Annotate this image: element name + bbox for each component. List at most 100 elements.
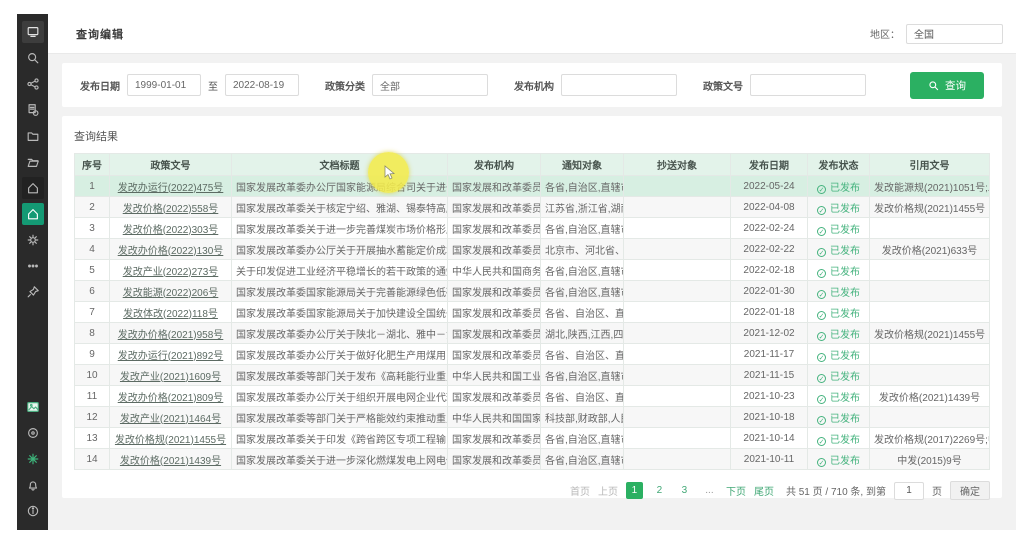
table-row[interactable]: 6发改能源(2022)206号国家发展改革委国家能源局关于完善能源绿色低碳转型体…	[75, 281, 990, 302]
policy-number-link[interactable]: 发改办价格(2022)130号	[118, 246, 224, 257]
policy-number-link[interactable]: 发改办运行(2021)892号	[118, 351, 224, 362]
agency-input[interactable]	[561, 74, 677, 96]
table-row[interactable]: 7发改体改(2022)118号国家发展改革委国家能源局关于加快建设全国统一电力市…	[75, 302, 990, 323]
sidebar-item-doc-search[interactable]	[22, 99, 44, 121]
cell-no: 14	[75, 449, 110, 470]
cell-date: 2022-02-24	[731, 218, 808, 239]
column-header: 通知对象	[541, 154, 624, 176]
cell-cite: 发改价格规(2017)2269号;中发	[870, 428, 990, 449]
sidebar-item-home-active[interactable]	[22, 203, 44, 225]
sidebar-item-share-nodes[interactable]	[22, 73, 44, 95]
sidebar-item-target[interactable]	[22, 422, 44, 444]
status-badge: ✓已发布	[808, 218, 870, 239]
sidebar-item-folder-open[interactable]	[22, 151, 44, 173]
folder-icon	[26, 129, 40, 143]
jump-confirm-button[interactable]: 确定	[950, 481, 990, 500]
category-input[interactable]	[372, 74, 488, 96]
policy-number-link[interactable]: 发改体改(2022)118号	[123, 309, 218, 320]
sidebar-item-search[interactable]	[22, 47, 44, 69]
pagination-page-1[interactable]: 1	[626, 482, 643, 499]
sidebar-item-info[interactable]	[22, 500, 44, 522]
policy-number-input[interactable]	[750, 74, 866, 96]
sidebar-item-folder[interactable]	[22, 125, 44, 147]
sidebar-item-home[interactable]	[22, 177, 44, 199]
policy-number-link[interactable]: 发改办价格(2021)958号	[118, 330, 224, 341]
table-row[interactable]: 8发改办价格(2021)958号国家发展改革委办公厅关于陕北－湖北、雅中－江西特…	[75, 323, 990, 344]
cell-cc	[624, 386, 731, 407]
results-panel: 查询结果 序号政策文号文档标题发布机构通知对象抄送对象发布日期发布状态引用文号 …	[62, 116, 1002, 498]
published-check-icon: ✓	[817, 458, 826, 467]
sidebar-item-gear[interactable]	[22, 229, 44, 251]
pagination-page-2[interactable]: 2	[651, 482, 668, 499]
published-check-icon: ✓	[817, 353, 826, 362]
cell-cite: 发改能源规(2021)1051号;发改	[870, 176, 990, 197]
policy-number-link[interactable]: 发改价格(2022)303号	[123, 225, 219, 236]
policy-number-link[interactable]: 发改办运行(2022)475号	[118, 183, 224, 194]
cell-agency: 中华人民共和国国家市场	[448, 407, 541, 428]
cell-title: 国家发展改革委办公厅关于组织开展电网企业代理购电工作有	[232, 386, 448, 407]
image-icon	[26, 400, 40, 414]
sidebar-item-pin[interactable]	[22, 281, 44, 303]
table-row[interactable]: 3发改价格(2022)303号国家发展改革委关于进一步完善煤炭市场价格形成机制的…	[75, 218, 990, 239]
status-badge: ✓已发布	[808, 407, 870, 428]
published-check-icon: ✓	[817, 395, 826, 404]
cell-cc	[624, 302, 731, 323]
sidebar-item-monitor-edit[interactable]	[22, 21, 44, 43]
policy-number-link[interactable]: 发改产业(2021)1464号	[120, 414, 221, 425]
cell-title: 国家发展改革委等部门关于发布《高耗能行业重点领域能效标	[232, 365, 448, 386]
policy-number-link[interactable]: 发改价格(2021)1439号	[120, 456, 221, 467]
results-title: 查询结果	[74, 128, 990, 144]
cell-cite	[870, 218, 990, 239]
region-input[interactable]	[906, 24, 1003, 44]
cell-date: 2022-01-18	[731, 302, 808, 323]
cell-no: 8	[75, 323, 110, 344]
pagination-prev[interactable]: 上页	[598, 483, 618, 498]
publish-date-label: 发布日期	[80, 78, 120, 93]
pagination-summary: 共 51 页 / 710 条, 到第	[786, 483, 886, 498]
pagination-page-3[interactable]: 3	[676, 482, 693, 499]
query-button[interactable]: 查询	[910, 72, 984, 99]
date-to-input[interactable]	[225, 74, 299, 96]
policy-number-link[interactable]: 发改价格(2022)558号	[123, 204, 219, 215]
cell-title: 国家发展改革委办公厅关于开展抽水蓄能定价成本监审工作的	[232, 239, 448, 260]
pagination-first[interactable]: 首页	[570, 483, 590, 498]
table-row[interactable]: 2发改价格(2022)558号国家发展改革委关于核定宁绍、雅湖、锡泰特高压直流工…	[75, 197, 990, 218]
cell-no: 13	[75, 428, 110, 449]
cell-notify: 湖北,陕西,江西,四川省发展	[541, 323, 624, 344]
pagination-last[interactable]: 尾页	[754, 483, 774, 498]
cell-no: 12	[75, 407, 110, 428]
published-check-icon: ✓	[817, 416, 826, 425]
policy-number-link[interactable]: 发改能源(2022)206号	[123, 288, 219, 299]
table-row[interactable]: 10发改产业(2021)1609号国家发展改革委等部门关于发布《高耗能行业重点领…	[75, 365, 990, 386]
page-jump-input[interactable]	[894, 482, 924, 500]
policy-number-link[interactable]: 发改产业(2022)273号	[123, 267, 219, 278]
cell-notify: 江苏省,浙江省,湖南省,内蒙	[541, 197, 624, 218]
published-check-icon: ✓	[817, 248, 826, 257]
cell-date: 2022-05-24	[731, 176, 808, 197]
table-row[interactable]: 1发改办运行(2022)475号国家发展改革委办公厅国家能源局综合司关于进一步推…	[75, 176, 990, 197]
table-row[interactable]: 5发改产业(2022)273号关于印发促进工业经济平稳增长的若干政策的通知中华人…	[75, 260, 990, 281]
table-row[interactable]: 11发改办价格(2021)809号国家发展改革委办公厅关于组织开展电网企业代理购…	[75, 386, 990, 407]
sidebar-item-image[interactable]	[22, 396, 44, 418]
column-header: 文档标题	[232, 154, 448, 176]
table-row[interactable]: 13发改价格规(2021)1455号国家发展改革委关于印发《跨省跨区专项工程输电…	[75, 428, 990, 449]
status-badge: ✓已发布	[808, 197, 870, 218]
cell-title: 国家发展改革委关于核定宁绍、雅湖、锡泰特高压直流工程输	[232, 197, 448, 218]
search-icon	[928, 80, 939, 91]
cell-cc	[624, 218, 731, 239]
table-row[interactable]: 14发改价格(2021)1439号国家发展改革委关于进一步深化燃煤发电上网电价市…	[75, 449, 990, 470]
status-badge: ✓已发布	[808, 176, 870, 197]
table-row[interactable]: 12发改产业(2021)1464号国家发展改革委等部门关于严格能效约束推动重点领…	[75, 407, 990, 428]
sidebar-item-bell[interactable]	[22, 474, 44, 496]
policy-number-link[interactable]: 发改办价格(2021)809号	[118, 393, 224, 404]
date-from-input[interactable]	[127, 74, 201, 96]
policy-number-link[interactable]: 发改价格规(2021)1455号	[115, 435, 226, 446]
table-row[interactable]: 4发改办价格(2022)130号国家发展改革委办公厅关于开展抽水蓄能定价成本监审…	[75, 239, 990, 260]
policy-number-link[interactable]: 发改产业(2021)1609号	[120, 372, 221, 383]
cell-cc	[624, 281, 731, 302]
table-row[interactable]: 9发改办运行(2021)892号国家发展改革委办公厅关于做好化肥生产用煤用电用气…	[75, 344, 990, 365]
results-table: 序号政策文号文档标题发布机构通知对象抄送对象发布日期发布状态引用文号 1发改办运…	[74, 153, 990, 470]
pagination-next[interactable]: 下页	[726, 483, 746, 498]
sidebar-item-more-dots[interactable]	[22, 255, 44, 277]
sidebar-item-spark[interactable]	[22, 448, 44, 470]
